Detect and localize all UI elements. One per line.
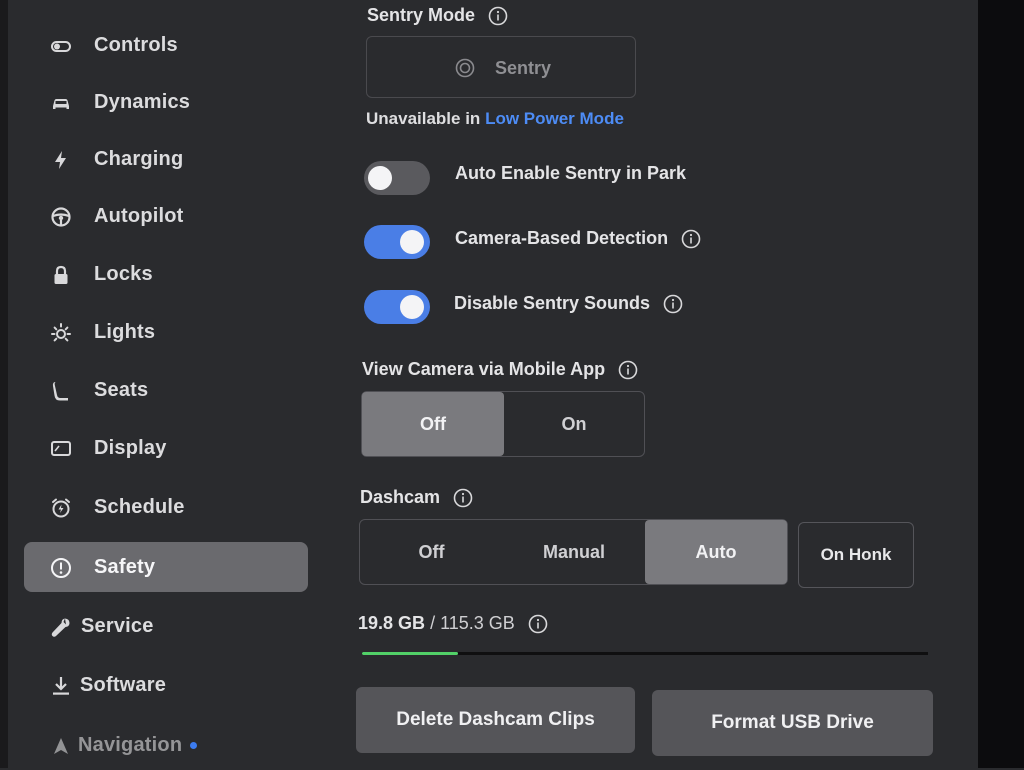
navigation-arrow-icon [50,735,72,757]
sidebar-item-autopilot[interactable]: Autopilot [24,191,308,241]
sidebar-item-label: Schedule [94,496,185,518]
sun-icon [50,322,72,344]
camera-detection-toggle[interactable] [364,225,430,259]
storage-total: / 115.3 GB [430,613,515,633]
sentry-ring-icon [455,58,475,78]
display-icon [50,438,72,460]
alert-circle-icon [50,557,72,579]
sidebar-item-label: Service [81,615,154,637]
disable-sounds-row: Disable Sentry Sounds [454,293,683,314]
dashcam-title: Dashcam [360,487,441,507]
sidebar-item-label: Seats [94,379,149,401]
storage-used: 19.8 GB [358,613,426,633]
sidebar-item-label: Locks [94,263,153,285]
seat-icon [50,380,72,402]
storage-readout: 19.8 GB / 115.3 GB [358,613,548,634]
auto-enable-sentry-toggle[interactable] [364,161,430,195]
sidebar-item-label: Safety [94,556,156,578]
dashcam-heading: Dashcam [360,487,473,508]
info-icon[interactable] [528,614,548,634]
camera-detection-label: Camera-Based Detection [455,228,669,248]
auto-enable-sentry-label: Auto Enable Sentry in Park [455,163,687,183]
sidebar-item-schedule[interactable]: Schedule [24,482,308,532]
info-icon[interactable] [453,488,473,508]
storage-progress-fill [362,652,459,655]
view-camera-on-option[interactable]: On [504,392,644,456]
info-icon[interactable] [488,6,508,26]
dashcam-auto-option[interactable]: Auto [645,520,787,584]
car-icon [50,92,72,114]
sidebar-item-safety[interactable]: Safety [24,542,308,592]
disable-sentry-sounds-toggle[interactable] [364,290,430,324]
sentry-mode-title: Sentry Mode [367,5,476,25]
download-icon [50,675,72,697]
sidebar-item-label: Software [80,674,167,696]
view-camera-title: View Camera via Mobile App [362,359,606,379]
view-camera-heading: View Camera via Mobile App [362,359,638,380]
sidebar-item-label: Charging [94,148,184,170]
sidebar-item-display[interactable]: Display [24,423,308,473]
sidebar-item-dynamics[interactable]: Dynamics [24,77,308,127]
sidebar-item-label: Lights [94,321,156,343]
sidebar-item-controls[interactable]: Controls [24,20,308,70]
info-icon[interactable] [618,360,638,380]
steering-wheel-icon [50,206,72,228]
toggle-knob [400,295,424,319]
sidebar-item-software[interactable]: Software [24,660,308,710]
sidebar-item-service[interactable]: Service [24,601,308,651]
format-usb-drive-button[interactable]: Format USB Drive [652,690,933,756]
toggle-knob [400,230,424,254]
low-power-mode-link[interactable]: Low Power Mode [485,109,624,128]
storage-progress-bar [362,652,928,655]
sidebar-item-label: Display [94,437,167,459]
info-icon[interactable] [663,294,683,314]
info-icon[interactable] [681,229,701,249]
sidebar-item-charging[interactable]: Charging [24,134,308,184]
unavailable-message: Unavailable in Low Power Mode [366,109,624,129]
delete-dashcam-clips-button[interactable]: Delete Dashcam Clips [356,687,635,753]
sentry-button-label: Sentry [495,58,552,78]
sidebar-item-navigation[interactable]: Navigation [24,720,308,770]
screen-bezel-left [0,0,8,768]
sentry-button[interactable]: Sentry [366,36,636,98]
notification-dot [190,742,197,749]
on-honk-button[interactable]: On Honk [798,522,914,588]
disable-sentry-sounds-label: Disable Sentry Sounds [454,293,651,313]
view-camera-segmented-control: Off On [361,391,645,457]
bolt-icon [50,149,72,171]
toggle-knob [368,166,392,190]
sidebar-item-label: Autopilot [94,205,184,227]
screen-bezel-right [978,0,1024,768]
wrench-icon [50,616,72,638]
sidebar-item-label: Navigation [78,734,183,756]
toggle-icon [50,35,72,57]
dashcam-segmented-control: Off Manual Auto [359,519,788,585]
dashcam-manual-option[interactable]: Manual [503,520,645,584]
view-camera-off-option[interactable]: Off [362,392,504,456]
unavailable-text: Unavailable in [366,109,481,128]
sidebar-item-seats[interactable]: Seats [24,365,308,415]
sidebar-item-label: Dynamics [94,91,191,113]
dashcam-off-option[interactable]: Off [360,520,503,584]
alarm-clock-icon [50,497,72,519]
sentry-mode-heading: Sentry Mode [367,5,508,26]
sidebar-item-locks[interactable]: Locks [24,249,308,299]
lock-icon [50,264,72,286]
camera-detection-row: Camera-Based Detection [455,228,701,249]
sidebar-item-lights[interactable]: Lights [24,307,308,357]
sidebar-item-label: Controls [94,34,178,56]
